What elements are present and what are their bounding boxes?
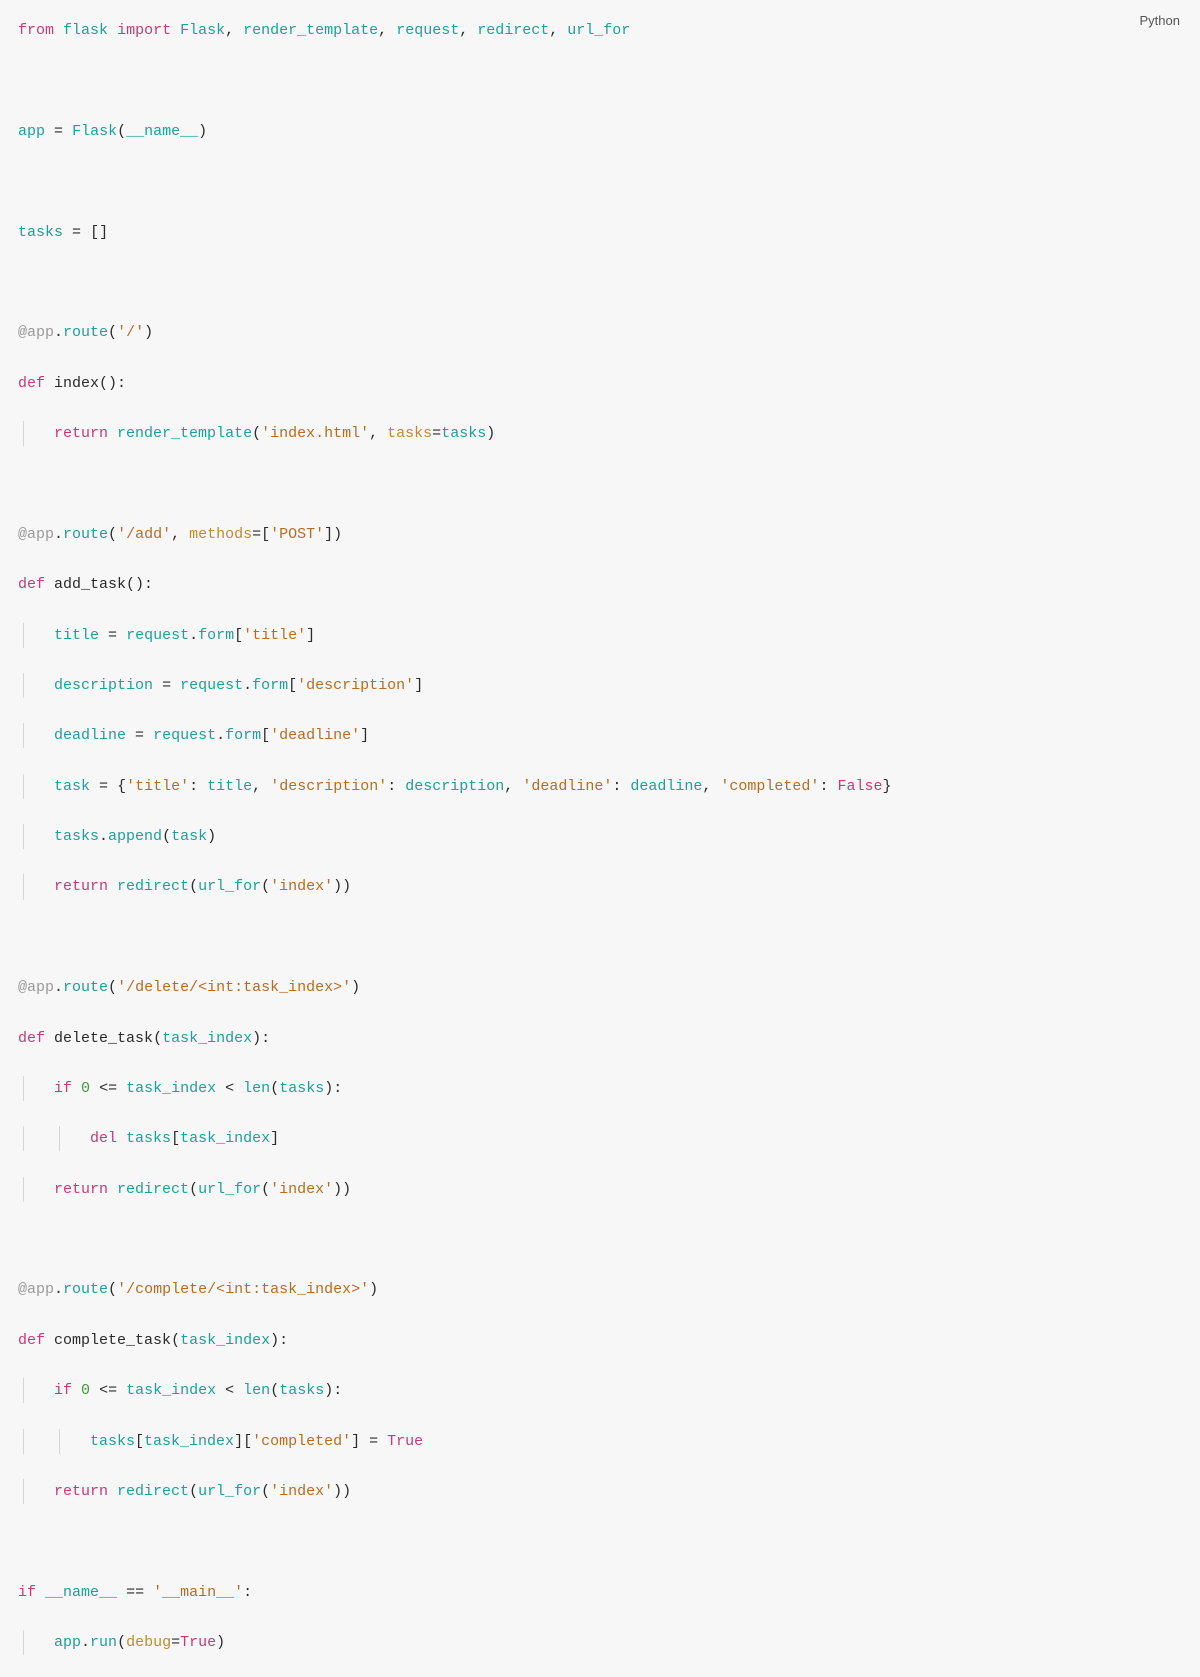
code-line: return redirect(url_for('index')) (18, 1479, 1182, 1504)
code-line: return redirect(url_for('index')) (18, 1177, 1182, 1202)
code-line (18, 1529, 1182, 1554)
code-line: def index(): (18, 371, 1182, 396)
code-line (18, 169, 1182, 194)
code-line: if 0 <= task_index < len(tasks): (18, 1378, 1182, 1403)
code-line: app.run(debug=True) (18, 1630, 1182, 1655)
code-line: description = request.form['description'… (18, 673, 1182, 698)
code-line: tasks[task_index]['completed'] = True (18, 1429, 1182, 1454)
code-line: @app.route('/delete/<int:task_index>') (18, 975, 1182, 1000)
code-line: app = Flask(__name__) (18, 119, 1182, 144)
code-line: if 0 <= task_index < len(tasks): (18, 1076, 1182, 1101)
code-line (18, 925, 1182, 950)
code-line: from flask import Flask, render_template… (18, 18, 1182, 43)
code-line: @app.route('/add', methods=['POST']) (18, 522, 1182, 547)
code-line: return redirect(url_for('index')) (18, 874, 1182, 899)
code-line: def add_task(): (18, 572, 1182, 597)
code-line (18, 270, 1182, 295)
code-line: task = {'title': title, 'description': d… (18, 774, 1182, 799)
code-line: del tasks[task_index] (18, 1126, 1182, 1151)
code-line: tasks.append(task) (18, 824, 1182, 849)
code-line: def delete_task(task_index): (18, 1026, 1182, 1051)
code-pre: from flask import Flask, render_template… (18, 18, 1182, 1655)
code-line: tasks = [] (18, 220, 1182, 245)
code-line: @app.route('/complete/<int:task_index>') (18, 1277, 1182, 1302)
code-line: title = request.form['title'] (18, 623, 1182, 648)
code-line: def complete_task(task_index): (18, 1328, 1182, 1353)
code-line: return render_template('index.html', tas… (18, 421, 1182, 446)
code-block: Python from flask import Flask, render_t… (0, 0, 1200, 1677)
code-line: if __name__ == '__main__': (18, 1580, 1182, 1605)
code-line: @app.route('/') (18, 320, 1182, 345)
code-line (18, 471, 1182, 496)
code-line (18, 68, 1182, 93)
code-line: deadline = request.form['deadline'] (18, 723, 1182, 748)
code-line (18, 1227, 1182, 1252)
